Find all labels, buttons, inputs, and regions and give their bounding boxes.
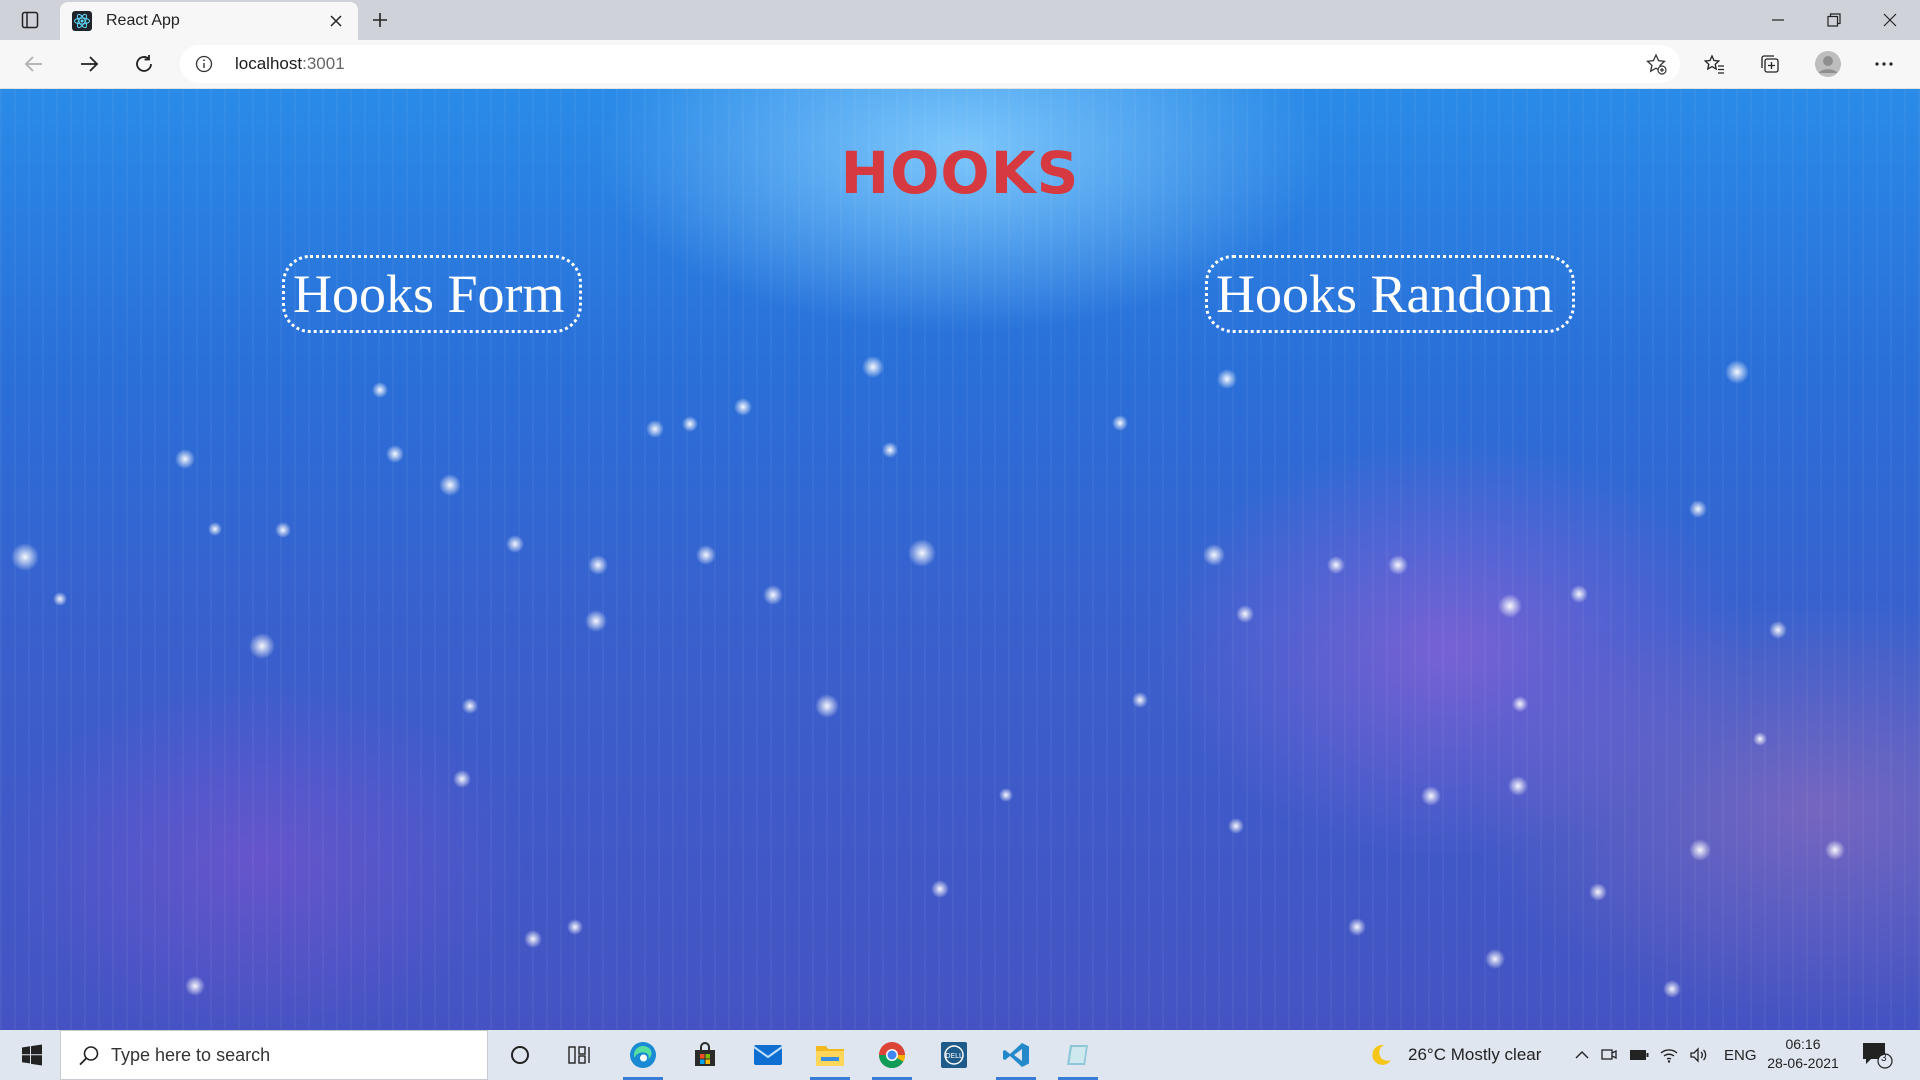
microsoft-store-icon[interactable] bbox=[677, 1030, 733, 1080]
edge-browser-icon[interactable] bbox=[615, 1030, 671, 1080]
favorites-icon[interactable] bbox=[1698, 48, 1730, 80]
hooks-form-link[interactable]: Hooks Form bbox=[282, 255, 582, 333]
mail-icon[interactable] bbox=[740, 1030, 796, 1080]
volume-icon[interactable] bbox=[1684, 1047, 1714, 1063]
more-menu-icon[interactable] bbox=[1868, 48, 1900, 80]
browser-tab-strip: React App bbox=[0, 0, 1920, 40]
notification-center-icon[interactable]: 3 bbox=[1860, 1040, 1894, 1070]
taskbar-search-box[interactable]: Type here to search bbox=[60, 1030, 488, 1080]
address-bar[interactable]: localhost:3001 bbox=[180, 45, 1680, 83]
notes-app-icon[interactable] bbox=[1050, 1030, 1106, 1080]
wifi-icon[interactable] bbox=[1654, 1047, 1684, 1063]
notification-count: 3 bbox=[1881, 1053, 1887, 1064]
address-url[interactable]: localhost:3001 bbox=[235, 54, 345, 74]
add-favorite-icon[interactable] bbox=[1644, 52, 1668, 76]
cortana-icon[interactable] bbox=[492, 1030, 548, 1080]
vscode-icon[interactable] bbox=[988, 1030, 1044, 1080]
svg-text:DELL: DELL bbox=[945, 1052, 963, 1060]
windows-taskbar: Type here to search DELL 26°C Mostly cle… bbox=[0, 1030, 1920, 1080]
browser-tab-react-app[interactable]: React App bbox=[60, 2, 358, 40]
battery-icon[interactable] bbox=[1624, 1049, 1654, 1061]
address-port: :3001 bbox=[302, 54, 345, 73]
windows-start-icon[interactable] bbox=[6, 1030, 58, 1080]
tab-title: React App bbox=[106, 12, 180, 29]
browser-toolbar: localhost:3001 bbox=[0, 40, 1920, 89]
language-indicator[interactable]: ENG bbox=[1724, 1047, 1757, 1064]
new-tab-icon[interactable] bbox=[368, 8, 392, 32]
page-viewport: HOOKS Hooks Form Hooks Random bbox=[0, 89, 1920, 1030]
page-title: HOOKS bbox=[840, 139, 1080, 207]
minimize-icon[interactable] bbox=[1750, 0, 1806, 40]
task-view-icon[interactable] bbox=[552, 1030, 608, 1080]
tab-actions-icon[interactable] bbox=[18, 8, 42, 32]
forward-icon[interactable] bbox=[73, 48, 105, 80]
tab-close-icon[interactable] bbox=[326, 11, 346, 31]
weather-text: 26°C Mostly clear bbox=[1408, 1045, 1542, 1064]
moon-icon bbox=[1372, 1044, 1391, 1065]
site-info-icon[interactable] bbox=[194, 54, 214, 74]
close-window-icon[interactable] bbox=[1862, 0, 1918, 40]
search-icon bbox=[77, 1044, 101, 1068]
chrome-icon[interactable] bbox=[864, 1030, 920, 1080]
dell-app-icon[interactable]: DELL bbox=[926, 1030, 982, 1080]
meet-now-icon[interactable] bbox=[1594, 1047, 1624, 1063]
hooks-random-link[interactable]: Hooks Random bbox=[1205, 255, 1575, 333]
profile-avatar-icon[interactable] bbox=[1812, 48, 1844, 80]
search-placeholder: Type here to search bbox=[111, 1045, 271, 1065]
back-icon[interactable] bbox=[18, 48, 50, 80]
react-favicon-icon bbox=[72, 11, 92, 31]
restore-icon[interactable] bbox=[1806, 0, 1862, 40]
tray-icons: ENG bbox=[1570, 1030, 1757, 1080]
address-host: localhost bbox=[235, 54, 303, 73]
system-clock[interactable]: 06:16 28-06-2021 bbox=[1760, 1035, 1846, 1073]
clock-date: 28-06-2021 bbox=[1767, 1055, 1839, 1071]
collections-icon[interactable] bbox=[1754, 48, 1786, 80]
show-hidden-icons-icon[interactable] bbox=[1570, 1050, 1594, 1060]
refresh-icon[interactable] bbox=[128, 48, 160, 80]
file-explorer-icon[interactable] bbox=[802, 1030, 858, 1080]
clock-time: 06:16 bbox=[1785, 1036, 1821, 1052]
weather-widget[interactable]: 26°C Mostly clear bbox=[1368, 1030, 1541, 1080]
background-sparkles bbox=[11, 356, 1845, 998]
